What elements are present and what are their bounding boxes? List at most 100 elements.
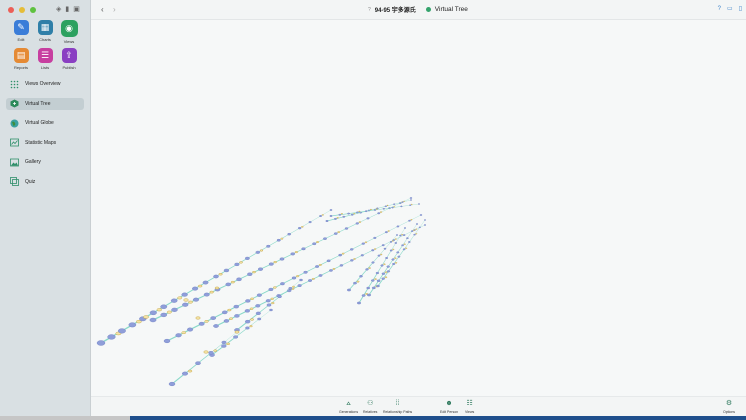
tree-person-node[interactable] — [168, 381, 176, 387]
tree-marriage-node[interactable] — [337, 231, 341, 233]
tree-marriage-node[interactable] — [226, 342, 231, 346]
tree-marriage-node[interactable] — [386, 204, 389, 207]
tree-person-node[interactable] — [411, 230, 414, 232]
tree-marriage-node[interactable] — [410, 203, 413, 206]
tree-marriage-node[interactable] — [249, 325, 253, 328]
tree-person-node[interactable] — [366, 286, 371, 290]
tree-marriage-node[interactable] — [301, 225, 304, 228]
tree-person-node[interactable] — [377, 212, 381, 215]
tree-person-node[interactable] — [286, 289, 292, 293]
generations-button[interactable]: ⩟ Generations — [339, 400, 358, 414]
tree-person-node[interactable] — [244, 309, 250, 313]
tree-person-node[interactable] — [385, 257, 389, 259]
tree-marriage-node[interactable] — [394, 257, 397, 260]
tree-person-node[interactable] — [195, 361, 201, 366]
tree-marriage-node[interactable] — [340, 213, 343, 215]
tree-person-node[interactable] — [391, 258, 395, 261]
tree-person-node[interactable] — [268, 287, 274, 292]
tree-marriage-node[interactable] — [271, 302, 275, 305]
tree-marriage-node[interactable] — [213, 349, 218, 352]
tree-person-node[interactable] — [163, 338, 171, 344]
tree-marriage-node[interactable] — [249, 307, 254, 310]
tree-person-node[interactable] — [383, 247, 387, 250]
tree-person-node[interactable] — [389, 241, 393, 243]
tree-person-node[interactable] — [175, 333, 182, 338]
tree-person-node[interactable] — [395, 234, 399, 236]
tree-person-node[interactable] — [198, 321, 205, 326]
tree-marriage-node[interactable] — [188, 300, 193, 304]
tree-person-node[interactable] — [245, 326, 250, 330]
tree-marriage-node[interactable] — [316, 241, 320, 244]
tree-marriage-node[interactable] — [239, 261, 243, 264]
tree-marriage-node[interactable] — [336, 217, 339, 219]
tree-person-node[interactable] — [107, 334, 116, 340]
tree-marriage-node[interactable] — [197, 284, 203, 288]
tree-person-node[interactable] — [402, 248, 406, 251]
module-reports[interactable]: ▤ Reports — [9, 48, 33, 70]
tree-person-node[interactable] — [386, 270, 391, 273]
tree-person-node[interactable] — [350, 259, 354, 262]
tree-marriage-node[interactable] — [403, 200, 405, 202]
tree-person-node[interactable] — [288, 287, 293, 290]
tree-marriage-node[interactable] — [318, 263, 322, 266]
tree-marriage-node[interactable] — [250, 297, 254, 300]
tree-marriage-node[interactable] — [391, 240, 394, 242]
tree-person-node[interactable] — [266, 303, 272, 307]
tree-marriage-node[interactable] — [218, 272, 223, 276]
tree-person-node[interactable] — [258, 267, 263, 271]
tree-person-node[interactable] — [225, 282, 232, 287]
tree-person-node[interactable] — [386, 265, 390, 268]
tree-person-node[interactable] — [423, 224, 427, 226]
tag-icon[interactable]: ◈ — [56, 6, 61, 14]
tree-person-node[interactable] — [400, 205, 403, 208]
tree-person-node[interactable] — [223, 319, 230, 323]
tree-person-node[interactable] — [234, 314, 240, 318]
views-button[interactable]: ☷ Views — [465, 400, 474, 414]
tree-marriage-node[interactable] — [405, 247, 408, 249]
tree-person-node[interactable] — [359, 275, 363, 278]
tree-person-node[interactable] — [303, 270, 308, 274]
tree-person-node[interactable] — [326, 259, 331, 263]
relatives-button[interactable]: ⚇ Relatives — [363, 400, 377, 414]
tree-marriage-node[interactable] — [356, 280, 360, 283]
tree-person-node[interactable] — [409, 197, 413, 199]
tree-person-node[interactable] — [182, 302, 189, 307]
tree-person-node[interactable] — [203, 292, 210, 297]
tree-marriage-node[interactable] — [415, 233, 418, 235]
tree-person-node[interactable] — [192, 286, 199, 291]
tree-person-node[interactable] — [418, 226, 421, 229]
tree-marriage-node[interactable] — [280, 237, 284, 240]
tree-marriage-node[interactable] — [387, 230, 390, 232]
nav-item-quiz[interactable]: Quiz — [6, 176, 84, 188]
tree-person-node[interactable] — [245, 319, 251, 324]
tree-person-node[interactable] — [361, 242, 365, 245]
tree-person-node[interactable] — [315, 265, 320, 268]
tree-marriage-node[interactable] — [394, 262, 398, 264]
tree-person-node[interactable] — [256, 293, 262, 297]
tree-person-node[interactable] — [410, 199, 413, 201]
tree-person-node[interactable] — [394, 242, 398, 244]
tree-person-node[interactable] — [319, 215, 322, 218]
tree-marriage-node[interactable] — [250, 318, 254, 321]
virtual-tree-graph[interactable] — [91, 20, 746, 396]
tree-person-node[interactable] — [257, 317, 262, 321]
tree-marriage-node[interactable] — [311, 277, 315, 280]
tree-person-node[interactable] — [323, 237, 327, 240]
tree-marriage-node[interactable] — [230, 280, 235, 284]
tree-person-node[interactable] — [415, 223, 419, 225]
tree-person-node[interactable] — [268, 262, 274, 266]
module-lists[interactable]: ☰ Lists — [33, 48, 57, 70]
tree-person-node[interactable] — [382, 208, 385, 210]
tree-marriage-node[interactable] — [204, 320, 209, 323]
tree-person-node[interactable] — [391, 206, 394, 209]
tree-marriage-node[interactable] — [183, 298, 189, 302]
tree-marriage-node[interactable] — [187, 369, 193, 373]
tree-person-node[interactable] — [181, 371, 188, 376]
tree-person-node[interactable] — [338, 213, 342, 216]
tree-person-node[interactable] — [373, 236, 377, 239]
tree-marriage-node[interactable] — [181, 331, 187, 335]
tree-person-node[interactable] — [210, 316, 217, 320]
tree-person-node[interactable] — [171, 307, 178, 312]
tree-person-node[interactable] — [371, 286, 376, 290]
tree-person-node[interactable] — [367, 293, 372, 297]
